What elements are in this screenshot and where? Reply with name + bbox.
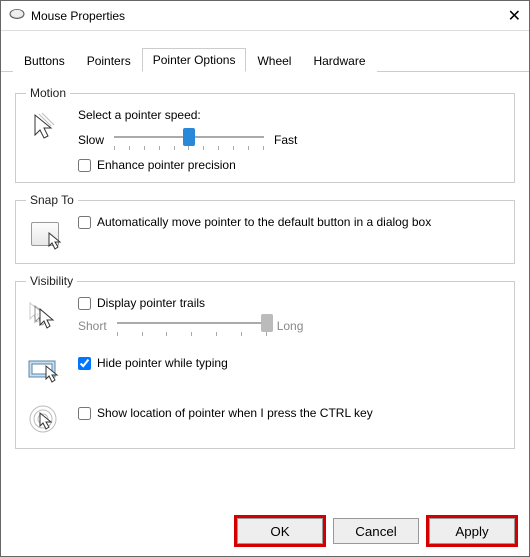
visibility-group: Visibility Display pointer trails Short: [15, 274, 515, 449]
enhance-precision-label: Enhance pointer precision: [97, 158, 236, 172]
ctrl-locate-icon: [26, 400, 64, 438]
tab-hardware[interactable]: Hardware: [302, 49, 376, 72]
pointer-speed-slider[interactable]: [114, 128, 264, 152]
tab-strip: Buttons Pointers Pointer Options Wheel H…: [1, 31, 529, 72]
mouse-properties-dialog: Mouse Properties ✕ Buttons Pointers Poin…: [0, 0, 530, 557]
snapto-row[interactable]: Automatically move pointer to the defaul…: [78, 215, 504, 229]
hide-typing-label: Hide pointer while typing: [97, 356, 228, 370]
hide-typing-checkbox[interactable]: [78, 357, 91, 370]
mouse-icon: [9, 8, 25, 23]
snapto-checkbox[interactable]: [78, 216, 91, 229]
fast-label: Fast: [274, 133, 297, 147]
pointer-speed-icon: [26, 108, 64, 146]
slow-label: Slow: [78, 133, 104, 147]
apply-button[interactable]: Apply: [429, 518, 515, 544]
trails-checkbox[interactable]: [78, 297, 91, 310]
trails-slider: [117, 314, 267, 338]
tab-content: Motion Select a pointer speed: Slow Fas: [1, 72, 529, 508]
ctrl-locate-checkbox[interactable]: [78, 407, 91, 420]
pointer-trails-icon: [26, 296, 64, 334]
enhance-precision-row[interactable]: Enhance pointer precision: [78, 158, 504, 172]
tab-pointer-options[interactable]: Pointer Options: [142, 48, 247, 72]
snapto-group: Snap To Automatically move pointer to th…: [15, 193, 515, 264]
trails-row[interactable]: Display pointer trails: [78, 296, 504, 310]
hide-typing-icon: [26, 350, 64, 388]
dialog-buttons: OK Cancel Apply: [1, 508, 529, 556]
window-title: Mouse Properties: [31, 9, 481, 23]
tab-pointers[interactable]: Pointers: [76, 49, 142, 72]
titlebar: Mouse Properties ✕: [1, 1, 529, 31]
tab-wheel[interactable]: Wheel: [246, 49, 302, 72]
pointer-speed-prompt: Select a pointer speed:: [78, 108, 504, 122]
snapto-icon: [26, 215, 64, 253]
short-label: Short: [78, 319, 107, 333]
ctrl-locate-row[interactable]: Show location of pointer when I press th…: [78, 406, 504, 420]
cancel-button[interactable]: Cancel: [333, 518, 419, 544]
ok-button[interactable]: OK: [237, 518, 323, 544]
visibility-legend: Visibility: [26, 274, 77, 288]
close-button[interactable]: ✕: [481, 6, 521, 26]
tab-buttons[interactable]: Buttons: [13, 49, 76, 72]
trails-label: Display pointer trails: [97, 296, 205, 310]
ctrl-locate-label: Show location of pointer when I press th…: [97, 406, 373, 420]
snapto-legend: Snap To: [26, 193, 78, 207]
long-label: Long: [277, 319, 304, 333]
motion-group: Motion Select a pointer speed: Slow Fas: [15, 86, 515, 183]
enhance-precision-checkbox[interactable]: [78, 159, 91, 172]
hide-typing-row[interactable]: Hide pointer while typing: [78, 356, 504, 370]
snapto-label: Automatically move pointer to the defaul…: [97, 215, 431, 229]
motion-legend: Motion: [26, 86, 70, 100]
